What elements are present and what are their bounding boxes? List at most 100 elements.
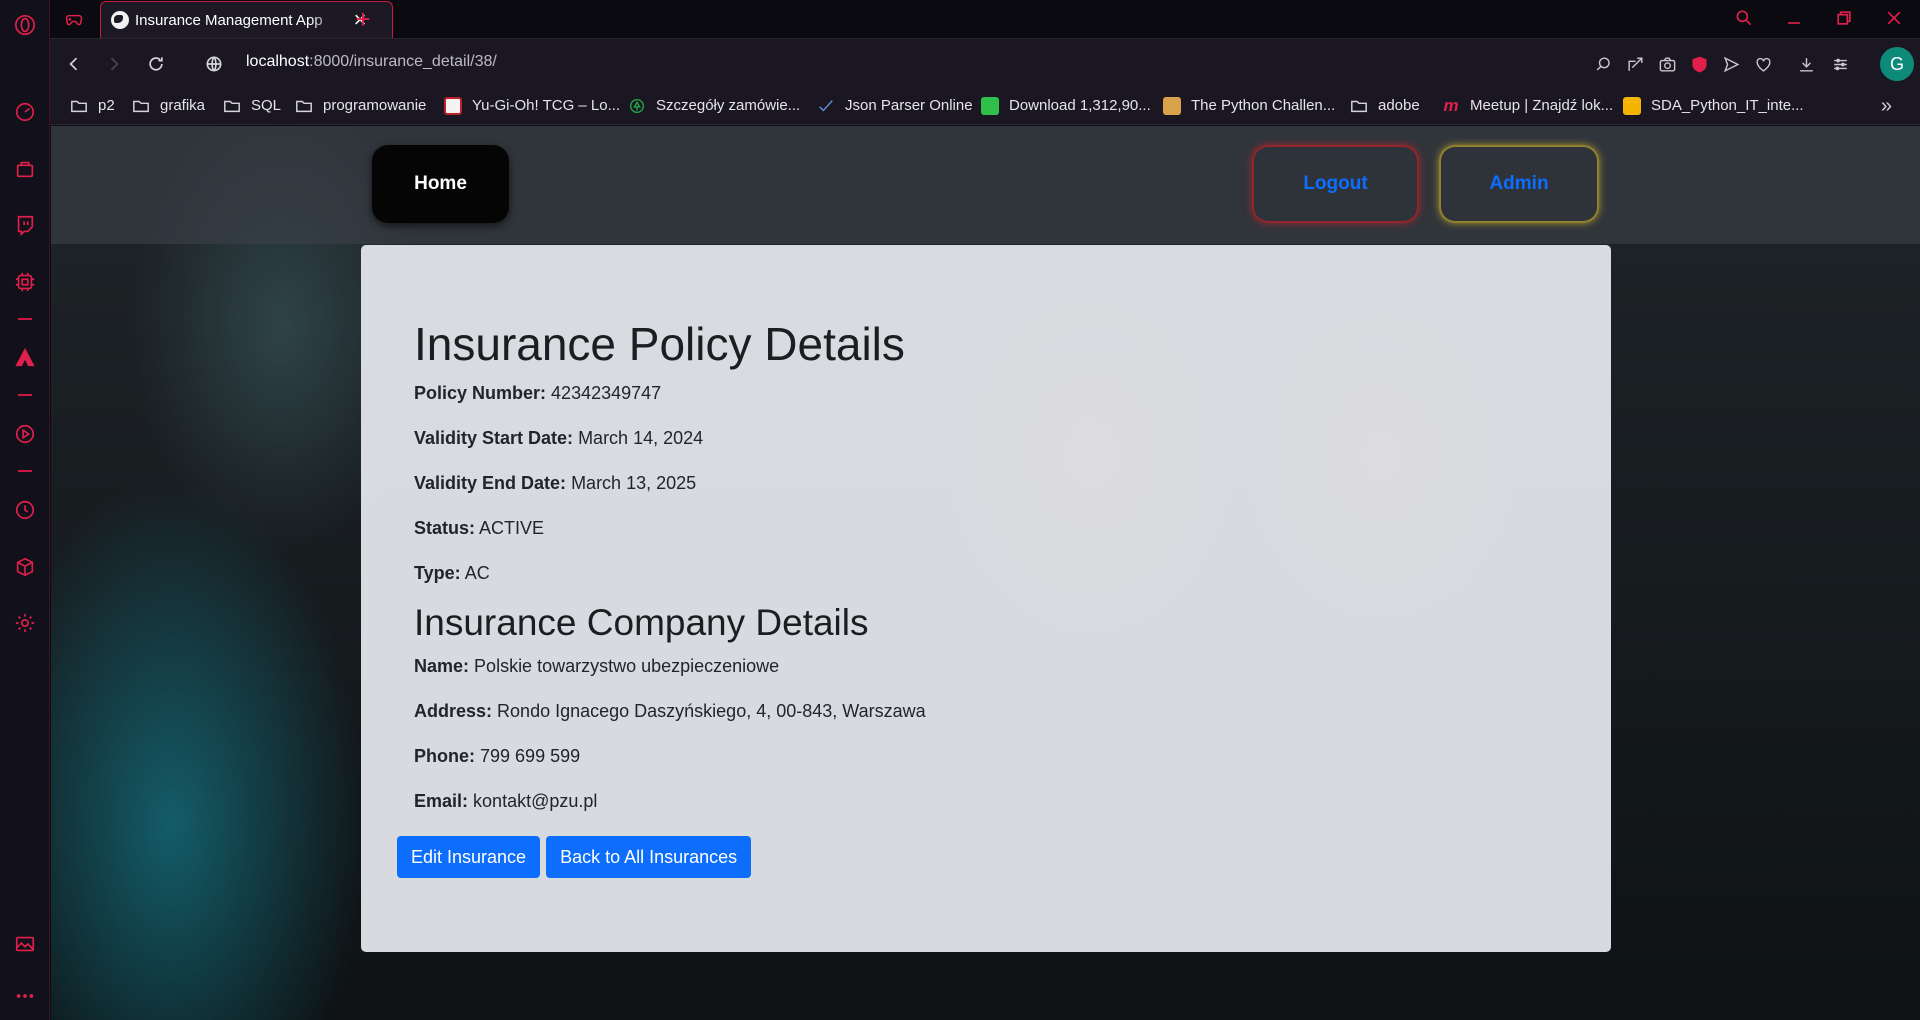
close-window-icon[interactable] [1882, 6, 1906, 30]
bookmark-label: Meetup | Znajdź lok... [1470, 97, 1614, 114]
bookmark-download[interactable]: Download 1,312,90... [981, 96, 1151, 115]
bookmark-label: programowanie [323, 97, 427, 114]
history-icon[interactable] [13, 498, 37, 522]
player-icon[interactable] [13, 422, 37, 446]
slides-icon [1623, 96, 1641, 115]
tree-icon [628, 98, 646, 114]
gamepad-icon[interactable] [64, 9, 84, 29]
bookmark-folder-p2[interactable]: p2 [70, 97, 115, 114]
page-search-icon[interactable] [1591, 52, 1615, 76]
card-actions: Edit Insurance Back to All Insurances [397, 836, 752, 878]
twitch-icon[interactable] [13, 213, 37, 237]
heart-icon[interactable] [1751, 52, 1775, 76]
bookmark-label: p2 [98, 97, 115, 114]
company-address-value: Rondo Ignacego Daszyńskiego, 4, 00-843, … [497, 701, 926, 722]
bookmarks-bar: p2 grafika SQL programowanie Yu-Gi-Oh! T… [50, 88, 1920, 125]
send-icon[interactable] [1719, 52, 1743, 76]
settings-gear-icon[interactable] [13, 611, 37, 635]
field-label: Name: [414, 656, 470, 677]
bookmark-label: adobe [1378, 97, 1420, 114]
validity-end-row: Validity End Date: March 13, 2025 [414, 470, 1558, 497]
profile-avatar[interactable]: G [1880, 47, 1914, 81]
validity-end-value: March 13, 2025 [571, 472, 697, 493]
new-tab-icon[interactable]: + [350, 6, 376, 32]
yugioh-icon [444, 96, 462, 115]
bookmark-folder-sql[interactable]: SQL [223, 97, 281, 114]
wallpaper-icon[interactable] [13, 932, 37, 956]
field-label: Validity End Date: [414, 472, 567, 493]
more-bookmarks-chevron-icon[interactable]: » [1881, 95, 1892, 118]
edit-insurance-button[interactable]: Edit Insurance [397, 836, 541, 878]
field-label: Address: [414, 701, 493, 722]
restore-icon[interactable] [1832, 6, 1856, 30]
policy-number-value: 42342349747 [551, 382, 662, 403]
details-card: Insurance Policy Details Policy Number: … [361, 245, 1611, 952]
folder-icon [295, 98, 313, 114]
company-title: Insurance Company Details [414, 601, 869, 643]
bookmark-meetup[interactable]: m Meetup | Znajdź lok... [1442, 95, 1614, 115]
type-value: AC [464, 562, 490, 583]
extensions-cube-icon[interactable] [13, 555, 37, 579]
speed-dial-icon[interactable] [13, 100, 37, 124]
adblock-shield-icon[interactable] [1687, 52, 1711, 76]
bookmark-json-parser[interactable]: Json Parser Online [817, 97, 973, 114]
company-email-row: Email: kontakt@pzu.pl [414, 788, 1558, 815]
field-label: Email: [414, 791, 469, 812]
python-challenge-icon [1163, 96, 1181, 115]
share-edit-icon[interactable] [1623, 52, 1647, 76]
forward-icon[interactable] [102, 52, 126, 76]
snapshot-camera-icon[interactable] [1655, 52, 1679, 76]
back-to-all-insurances-button[interactable]: Back to All Insurances [546, 836, 752, 878]
more-dots-icon[interactable] [13, 984, 37, 1008]
company-name-value: Polskie towarzystwo ubezpieczeniowe [474, 656, 780, 677]
status-value: ACTIVE [479, 517, 545, 538]
admin-button[interactable]: Admin [1439, 145, 1599, 223]
folder-icon [70, 98, 88, 114]
page-viewport: Home Logout Admin Insurance Policy Detai… [51, 126, 1920, 1020]
policy-title: Insurance Policy Details [414, 318, 905, 370]
bookmark-python-challenge[interactable]: The Python Challen... [1163, 96, 1336, 115]
folder-icon [223, 98, 241, 114]
opera-logo-icon[interactable] [13, 13, 37, 37]
validity-start-value: March 14, 2024 [578, 427, 704, 448]
bookmark-label: SDA_Python_IT_inte... [1651, 97, 1804, 114]
aria-icon[interactable] [13, 346, 37, 370]
search-tabs-icon[interactable] [1732, 6, 1756, 30]
home-button[interactable]: Home [372, 145, 509, 223]
bookmark-folder-grafika[interactable]: grafika [132, 97, 205, 114]
reload-icon[interactable] [144, 52, 168, 76]
browser-sidebar [0, 0, 50, 1020]
site-info-globe-icon[interactable] [202, 52, 226, 76]
bookmark-zamowienie[interactable]: Szczegóły zamówie... [628, 97, 800, 114]
gx-corner-icon[interactable] [13, 157, 37, 181]
easy-setup-icon[interactable] [1828, 52, 1852, 76]
downloads-icon[interactable] [1794, 52, 1818, 76]
site-navbar: Home Logout Admin [51, 126, 1920, 244]
sidebar-divider [18, 470, 32, 472]
bookmark-folder-adobe[interactable]: adobe [1350, 97, 1420, 114]
field-label: Type: [414, 562, 461, 583]
bookmark-label: Download 1,312,90... [1009, 97, 1151, 114]
field-label: Validity Start Date: [414, 427, 574, 448]
logout-button[interactable]: Logout [1252, 145, 1419, 223]
field-label: Policy Number: [414, 382, 547, 403]
bookmark-label: SQL [251, 97, 282, 114]
bookmark-yugioh[interactable]: Yu-Gi-Oh! TCG – Lo... [444, 96, 621, 115]
green-square-icon [981, 96, 999, 115]
validity-start-row: Validity Start Date: March 14, 2024 [414, 425, 1558, 452]
bookmark-label: The Python Challen... [1191, 97, 1336, 114]
globe-favicon-icon [111, 11, 129, 29]
type-row: Type: AC [414, 560, 1558, 587]
gx-control-icon[interactable] [13, 270, 37, 294]
url-field[interactable]: localhost:8000/insurance_detail/38/ [246, 53, 497, 71]
bookmark-folder-programowanie[interactable]: programowanie [295, 97, 426, 114]
tab-title: Insurance Management App [135, 11, 323, 29]
back-icon[interactable] [62, 52, 86, 76]
field-label: Phone: [414, 746, 475, 767]
bookmark-label: Yu-Gi-Oh! TCG – Lo... [472, 97, 621, 114]
meetup-icon: m [1443, 95, 1459, 115]
minimize-icon[interactable] [1782, 6, 1806, 30]
bookmark-sda-python[interactable]: SDA_Python_IT_inte... [1623, 96, 1804, 115]
folder-icon [132, 98, 150, 114]
company-name-row: Name: Polskie towarzystwo ubezpieczeniow… [414, 653, 1558, 680]
